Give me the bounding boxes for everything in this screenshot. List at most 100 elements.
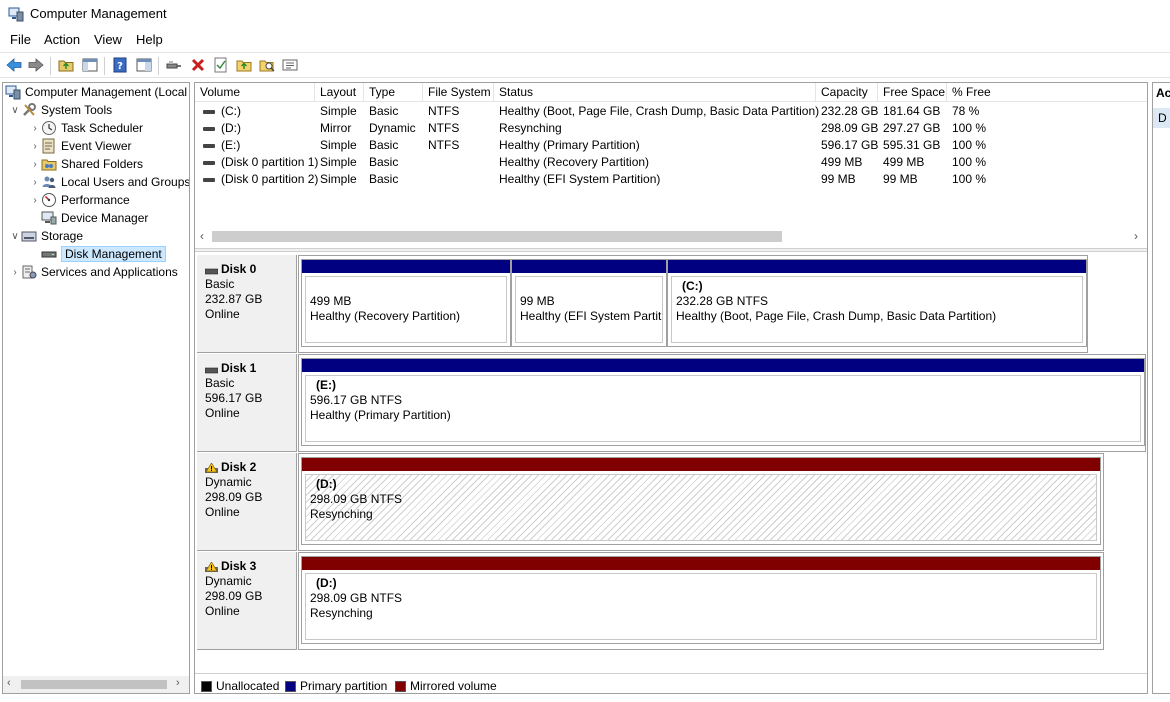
disk-status: Online [205, 307, 240, 321]
disk-label-3[interactable]: Disk 3 Dynamic 298.09 GB Online [197, 552, 297, 650]
column-capacity[interactable]: Capacity [816, 83, 878, 102]
tree-item-shared-folders[interactable]: › Shared Folders [29, 155, 143, 173]
cell-free-space: 595.31 GB [883, 138, 941, 152]
disk-status: Online [205, 505, 240, 519]
disk-warning-icon [205, 461, 218, 473]
menu-view[interactable]: View [94, 32, 122, 47]
partition-block[interactable]: 99 MB Healthy (EFI System Partiti [511, 259, 667, 347]
chevron-right-icon[interactable]: › [29, 123, 41, 134]
cell-percent-free: 100 % [952, 172, 987, 186]
column-status[interactable]: Status [494, 83, 816, 102]
partition-details: (E:) 596.17 GB NTFS Healthy (Primary Parti… [305, 375, 1141, 442]
scroll-left-icon[interactable]: ‹ [200, 229, 204, 243]
column-free-space[interactable]: Free Space [878, 83, 947, 102]
partition-status: Healthy (Primary Partition) [310, 408, 451, 422]
chevron-right-icon[interactable]: › [29, 177, 41, 188]
partition-block[interactable]: (C:) 232.28 GB NTFS Healthy (Boot, Page Fi… [667, 259, 1087, 347]
scroll-right-icon[interactable]: › [176, 677, 180, 689]
chevron-right-icon[interactable]: › [29, 141, 41, 152]
disk-label-2[interactable]: Disk 2 Dynamic 298.09 GB Online [197, 453, 297, 551]
column-file-system[interactable]: File System [423, 83, 494, 102]
cell-capacity: 596.17 GB [821, 138, 879, 152]
connect-icon[interactable] [165, 56, 183, 74]
menu-file[interactable]: File [10, 32, 31, 47]
partition-block[interactable]: (E:) 596.17 GB NTFS Healthy (Primary Parti… [301, 358, 1145, 446]
scrollbar-thumb[interactable] [212, 231, 782, 242]
volume-row[interactable]: (Disk 0 partition 2) Simple Basic Healthy (… [195, 171, 1147, 188]
cell-capacity: 99 MB [821, 172, 856, 186]
volume-row[interactable]: (Disk 0 partition 1) Simple Basic Healthy (… [195, 154, 1147, 171]
tree-item-local-users-and-groups[interactable]: › Local Users and Groups [29, 173, 189, 191]
menu-help[interactable]: Help [136, 32, 163, 47]
volume-row[interactable]: (C:) Simple Basic NTFS Healthy (Boot, Page F… [195, 103, 1147, 120]
column-layout[interactable]: Layout [315, 83, 364, 102]
back-icon[interactable] [5, 56, 23, 74]
chevron-right-icon[interactable]: › [9, 267, 21, 278]
cell-capacity: 232.28 GB [821, 104, 879, 118]
event-viewer-icon [41, 138, 57, 154]
column-volume[interactable]: Volume [195, 83, 315, 102]
check-icon[interactable] [212, 56, 230, 74]
help-icon[interactable]: ? [111, 56, 129, 74]
legend-swatch-unallocated [201, 681, 212, 692]
delete-icon[interactable] [189, 56, 207, 74]
column-percent-free[interactable]: % Free [947, 83, 1147, 102]
tree-item-storage[interactable]: ∨ Storage [9, 227, 83, 245]
partition-block[interactable]: (D:) 298.09 GB NTFS Resynching [301, 556, 1101, 644]
cell-status: Healthy (EFI System Partition) [499, 172, 661, 186]
folder-up-icon[interactable] [235, 56, 253, 74]
search-folder-icon[interactable] [258, 56, 276, 74]
disk-label-1[interactable]: Disk 1 Basic 596.17 GB Online [197, 354, 297, 452]
pane-splitter[interactable] [195, 248, 1147, 252]
chevron-right-icon[interactable]: › [29, 159, 41, 170]
scroll-right-icon[interactable]: › [1134, 229, 1138, 243]
performance-icon [41, 192, 57, 208]
chevron-down-icon[interactable]: ∨ [9, 105, 21, 116]
actions-header: Ac [1156, 86, 1170, 100]
tree-item-disk-management[interactable]: Disk Management [29, 245, 166, 263]
up-folder-icon[interactable] [57, 56, 75, 74]
legend: Unallocated Primary partition Mirrored v… [195, 673, 1147, 693]
tree-item-task-scheduler[interactable]: › Task Scheduler [29, 119, 143, 137]
legend-swatch-mirrored [395, 681, 406, 692]
partition-color-bar [302, 260, 510, 273]
partition-color-bar [668, 260, 1086, 273]
partition-status: Healthy (Recovery Partition) [310, 309, 461, 323]
cell-status: Resynching [499, 121, 562, 135]
menu-action[interactable]: Action [44, 32, 80, 47]
tree-item-device-manager[interactable]: Device Manager [29, 209, 148, 227]
properties-icon[interactable] [135, 56, 153, 74]
cell-layout: Simple [320, 155, 357, 169]
tree-item-event-viewer[interactable]: › Event Viewer [29, 137, 131, 155]
partition-block[interactable]: (D:) 298.09 GB NTFS Resynching [301, 457, 1101, 545]
volume-row[interactable]: (E:) Simple Basic NTFS Healthy (Primary Part… [195, 137, 1147, 154]
actions-item-disk-management[interactable]: D [1153, 108, 1170, 128]
chevron-down-icon[interactable]: ∨ [9, 231, 21, 242]
window-title: Computer Management [30, 6, 167, 21]
volume-row[interactable]: (D:) Mirror Dynamic NTFS Resynching 298.09 GB… [195, 120, 1147, 137]
export-list-icon[interactable] [281, 56, 299, 74]
tree-horizontal-scrollbar[interactable]: ‹ › [3, 676, 189, 693]
chevron-right-icon[interactable]: › [29, 195, 41, 206]
device-manager-icon [41, 210, 57, 226]
forward-icon[interactable] [27, 56, 45, 74]
column-type[interactable]: Type [364, 83, 423, 102]
disk-partitions-area: (E:) 596.17 GB NTFS Healthy (Primary Parti… [298, 354, 1146, 452]
partition-details: (D:) 298.09 GB NTFS Resynching [305, 474, 1097, 541]
show-hide-tree-icon[interactable] [81, 56, 99, 74]
cell-free-space: 99 MB [883, 172, 918, 186]
tree-item-performance[interactable]: › Performance [29, 191, 130, 209]
cell-type: Basic [369, 155, 399, 169]
scrollbar-thumb[interactable] [21, 680, 167, 689]
tree-item-services-and-applications[interactable]: › Services and Applications [9, 263, 177, 281]
scroll-left-icon[interactable]: ‹ [7, 677, 11, 689]
disk-management-pane: Volume Layout Type File System Status Ca… [194, 82, 1148, 694]
partition-block[interactable]: 499 MB Healthy (Recovery Partition) [301, 259, 511, 347]
legend-label-primary: Primary partition [300, 679, 388, 693]
cell-volume: (E:) [199, 137, 240, 154]
disk-status: Online [205, 604, 240, 618]
tree-item-computer-management[interactable]: Computer Management (Local [5, 83, 187, 101]
tree-item-system-tools[interactable]: ∨ System Tools [9, 101, 112, 119]
volume-list-horizontal-scrollbar[interactable]: ‹ › [195, 228, 1147, 245]
disk-label-0[interactable]: Disk 0 Basic 232.87 GB Online [197, 255, 297, 353]
